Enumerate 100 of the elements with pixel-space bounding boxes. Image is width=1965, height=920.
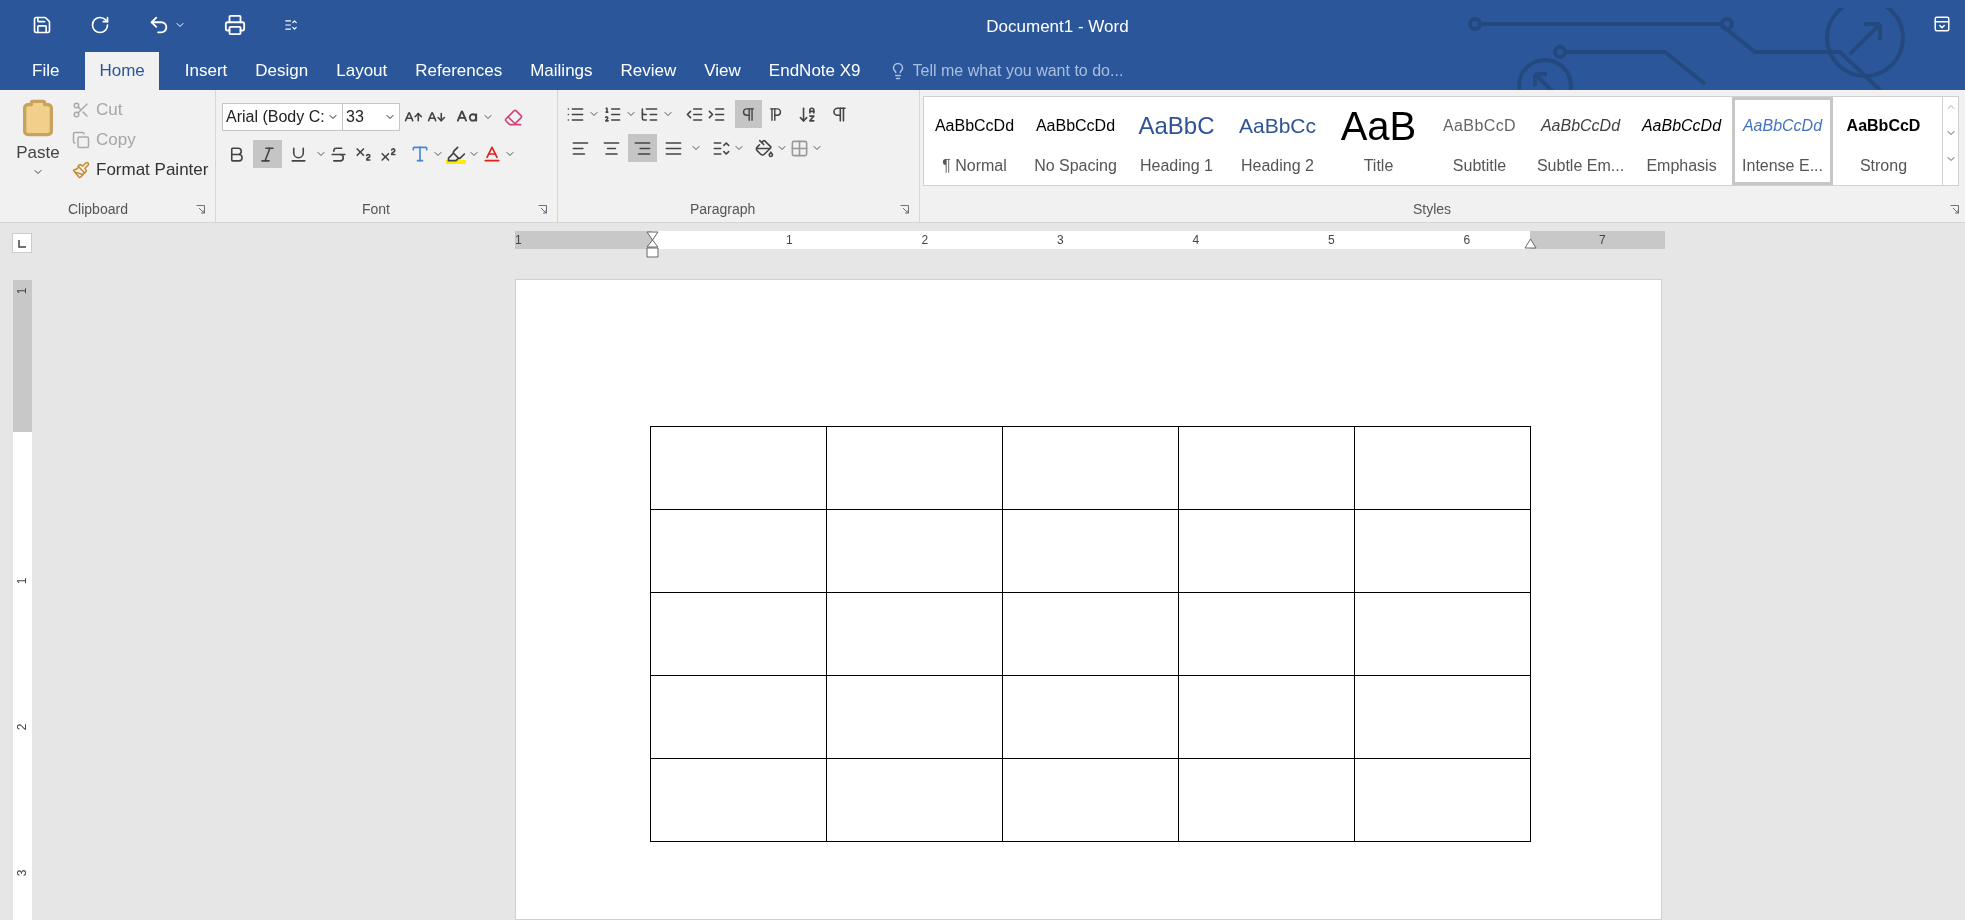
font-name-value: Arial (Body C: <box>226 107 325 127</box>
table-cell[interactable] <box>1354 426 1531 510</box>
scissors-icon <box>72 101 90 119</box>
style-name: No Spacing <box>1034 156 1117 176</box>
indent-marker-icon[interactable] <box>646 231 659 259</box>
table-cell[interactable] <box>650 758 827 842</box>
table-cell[interactable] <box>1354 509 1531 593</box>
clipboard-button[interactable]: Format Painter <box>72 156 209 184</box>
font-name-field[interactable]: Arial (Body C: <box>222 103 343 131</box>
style-item[interactable]: AaBbCcDd Intense E... <box>1732 97 1833 185</box>
show-marks-icon[interactable] <box>830 104 849 124</box>
dialog-launcher-icon[interactable] <box>900 204 909 214</box>
ruler-number: 7 <box>1599 232 1606 249</box>
table-cell[interactable] <box>650 509 827 593</box>
save-icon[interactable] <box>32 15 52 35</box>
style-item[interactable]: AaB Title <box>1328 97 1429 185</box>
ribbon-tab[interactable]: References <box>401 52 517 90</box>
style-preview: AaBbCcDd <box>1035 116 1116 136</box>
style-preview: AaBbCcD <box>1846 116 1921 136</box>
table-cell[interactable] <box>1002 426 1179 510</box>
table-cell[interactable] <box>1002 509 1179 593</box>
style-name: Heading 1 <box>1140 156 1213 176</box>
style-item[interactable]: AaBbC Heading 1 <box>1126 97 1227 185</box>
numbering-icon[interactable] <box>603 104 622 124</box>
ribbon-tab[interactable]: Insert <box>170 52 242 90</box>
table-cell[interactable] <box>826 426 1003 510</box>
table-cell[interactable] <box>1002 758 1179 842</box>
style-item[interactable]: AaBbCcDd ¶ Normal <box>924 97 1025 185</box>
printer-icon[interactable] <box>224 14 246 36</box>
sort-icon[interactable] <box>798 104 817 124</box>
ribbon-tab[interactable]: Review <box>606 52 691 90</box>
dialog-launcher-icon[interactable] <box>538 204 547 214</box>
undo-icon[interactable] <box>148 14 170 36</box>
table-cell[interactable] <box>826 758 1003 842</box>
style-name: ¶ Normal <box>942 156 1007 176</box>
table-cell[interactable] <box>1002 592 1179 676</box>
table-cell[interactable] <box>826 675 1003 759</box>
style-item[interactable]: AaBbCcDd Emphasis <box>1631 97 1732 185</box>
table-cell[interactable] <box>1178 675 1355 759</box>
ruler-number: 1 <box>786 232 793 249</box>
strikethrough-icon[interactable] <box>329 144 348 164</box>
table-cell[interactable] <box>1002 675 1179 759</box>
ribbon-tab[interactable]: EndNote X9 <box>754 52 875 90</box>
table-cell[interactable] <box>826 509 1003 593</box>
table-cell[interactable] <box>1178 509 1355 593</box>
table-cell[interactable] <box>826 592 1003 676</box>
right-indent-icon[interactable] <box>1524 238 1537 249</box>
style-item[interactable]: AaBbCcDd Subtle Em... <box>1530 97 1631 185</box>
style-preview: AaBbCcDd <box>934 116 1015 136</box>
font-color-icon[interactable] <box>482 144 502 164</box>
ribbon-tab[interactable]: Mailings <box>516 52 607 90</box>
ribbon-tab[interactable]: Home <box>85 52 159 90</box>
style-name: Emphasis <box>1646 156 1717 176</box>
style-item[interactable]: AaBbCcD Subtitle <box>1429 97 1530 185</box>
style-preview: AaBbCcDd <box>1641 116 1722 136</box>
redo-icon[interactable] <box>90 15 110 35</box>
italic-button[interactable] <box>253 140 282 168</box>
ribbon-tab[interactable]: Design <box>241 52 323 90</box>
ribbon-display-icon[interactable] <box>1933 15 1951 33</box>
tell-me-field[interactable]: Tell me what you want to do... <box>912 59 1173 83</box>
style-preview: AaBbCcD <box>1442 116 1517 136</box>
table-cell[interactable] <box>1354 675 1531 759</box>
table-cell[interactable] <box>1178 592 1355 676</box>
pilcrow-icon <box>740 105 757 123</box>
dialog-launcher-icon[interactable] <box>1950 204 1959 214</box>
style-preview: AaBbCcDd <box>1540 116 1621 136</box>
style-item[interactable]: AaBbCcD Strong <box>1833 97 1934 185</box>
text-effects-icon[interactable] <box>410 144 430 164</box>
ruler-number: 1 <box>14 287 30 295</box>
customize-icon[interactable] <box>284 18 298 32</box>
table-cell[interactable] <box>1354 592 1531 676</box>
ltr-direction-button[interactable] <box>735 100 762 128</box>
style-item[interactable]: AaBbCcDd No Spacing <box>1025 97 1126 185</box>
table-cell[interactable] <box>1178 426 1355 510</box>
align-right-button[interactable] <box>628 134 657 162</box>
clear-formatting-icon[interactable] <box>504 107 523 127</box>
table-cell[interactable] <box>1178 758 1355 842</box>
ruler-number: 3 <box>1057 232 1064 249</box>
dialog-launcher-icon[interactable] <box>196 204 205 214</box>
style-preview: AaB <box>1340 104 1417 148</box>
ribbon-tab[interactable]: View <box>690 52 755 90</box>
ribbon-tab[interactable]: File <box>18 52 74 90</box>
ribbon-tab[interactable]: Layout <box>322 52 402 90</box>
table-cell[interactable] <box>650 426 827 510</box>
ruler-number: 1 <box>14 577 30 585</box>
paste-button[interactable]: Paste <box>10 96 66 196</box>
ruler-number: 6 <box>1463 232 1471 249</box>
group-label: Font <box>362 199 390 219</box>
shading-icon[interactable] <box>755 138 774 158</box>
italic-icon <box>258 144 277 164</box>
table-cell[interactable] <box>650 592 827 676</box>
style-name: Heading 2 <box>1241 156 1314 176</box>
style-item[interactable]: AaBbCc Heading 2 <box>1227 97 1328 185</box>
group-label: Styles <box>1413 199 1452 219</box>
underline-icon <box>289 144 308 164</box>
font-size-field[interactable]: 33 <box>342 103 400 131</box>
table-cell[interactable] <box>1354 758 1531 842</box>
tab-selector-icon[interactable] <box>12 233 32 253</box>
table-cell[interactable] <box>650 675 827 759</box>
font-size-value: 33 <box>346 107 364 127</box>
